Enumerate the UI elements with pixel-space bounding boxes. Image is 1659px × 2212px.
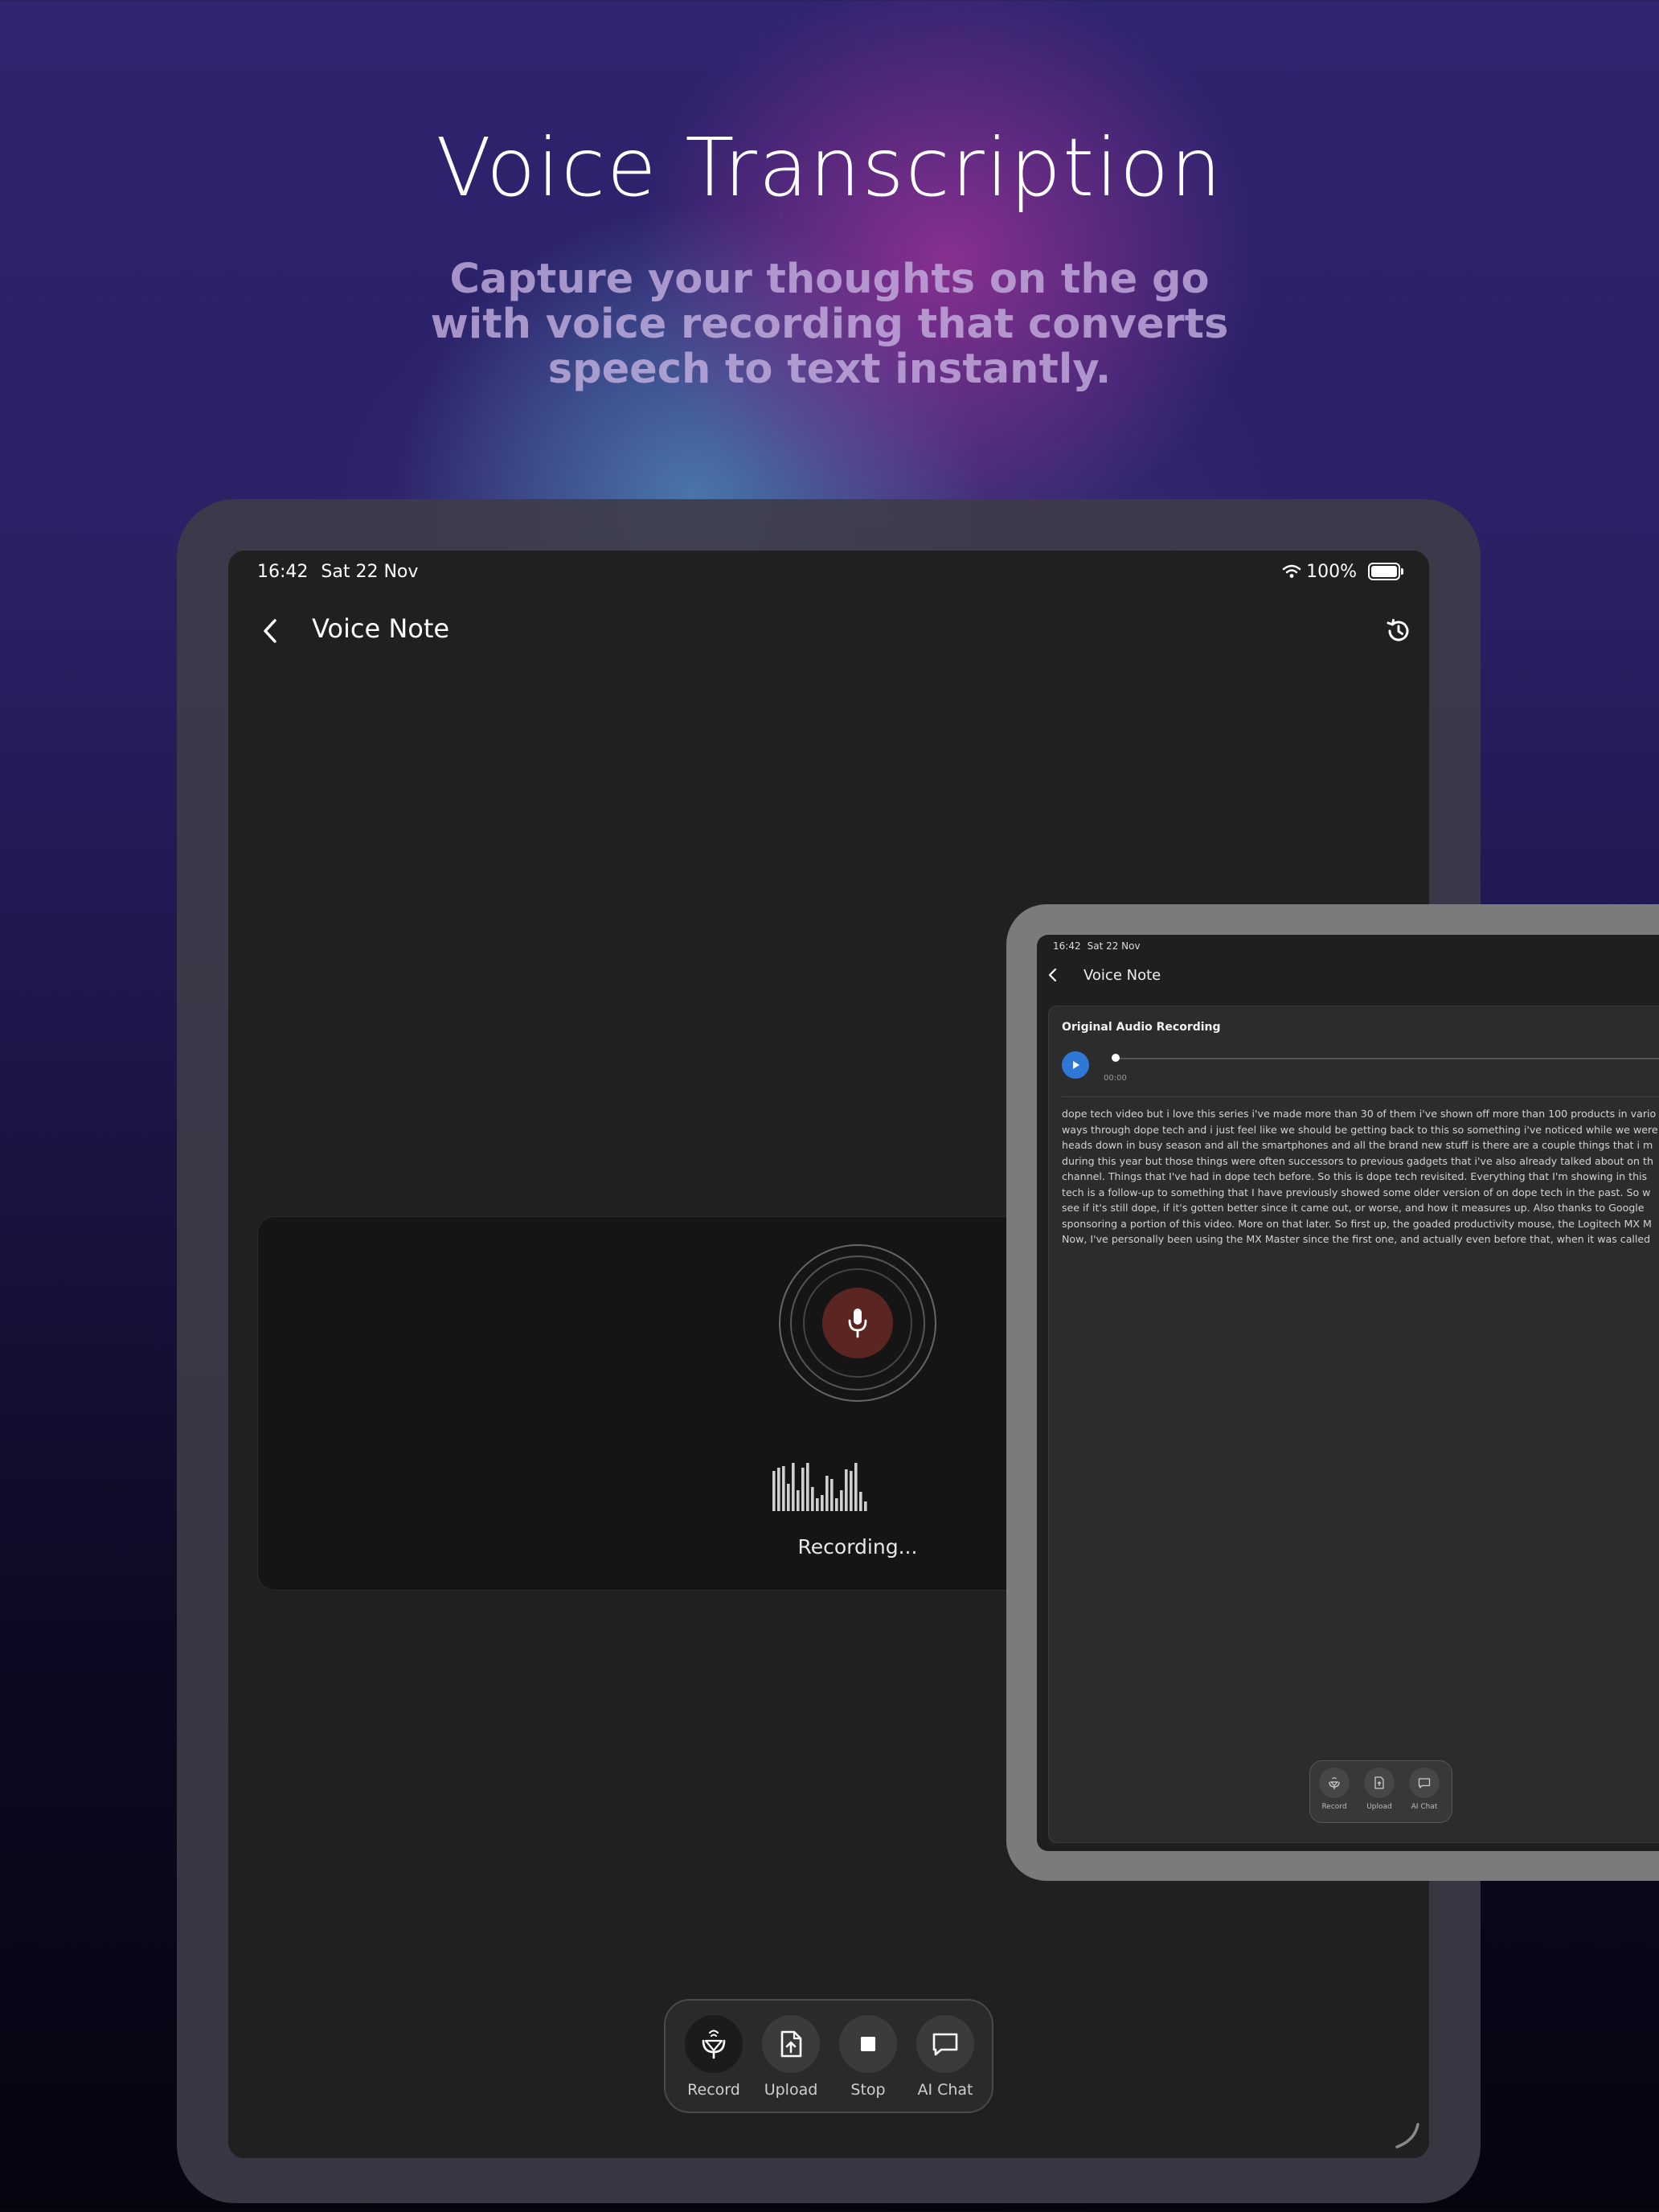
record-button-circle <box>685 2015 743 2073</box>
record-button[interactable]: Record <box>682 2015 746 2099</box>
upload-button[interactable]: Upload <box>759 2015 823 2099</box>
upload-label: Upload <box>764 2081 818 2099</box>
inset-upload-circle <box>1364 1768 1395 1798</box>
inset-upload-button[interactable]: Upload <box>1362 1768 1397 1811</box>
stop-button-circle <box>839 2015 897 2073</box>
inset-nav-bar: Voice Note <box>1037 959 1659 991</box>
hero-subtitle-line: with voice recording that converts <box>430 301 1229 348</box>
transcript-panel: Original Audio Recording 00:00 dope tech… <box>1048 1006 1659 1843</box>
wifi-icon <box>1282 564 1301 578</box>
play-icon <box>1073 1061 1079 1069</box>
chevron-left-icon <box>264 619 276 643</box>
transcript-line: tech is a follow-up to something that I … <box>1062 1186 1651 1198</box>
chat-icon <box>1418 1777 1431 1788</box>
transcript-line: Now, I've personally been using the MX M… <box>1062 1233 1651 1245</box>
audio-waveform-icon <box>772 1463 867 1511</box>
ai-chat-button-circle <box>916 2015 974 2073</box>
inset-record-circle <box>1319 1768 1350 1798</box>
resize-handle-icon[interactable] <box>1391 2120 1423 2152</box>
chat-icon <box>932 2033 958 2056</box>
stop-button[interactable]: Stop <box>836 2015 900 2099</box>
ai-chat-label: AI Chat <box>917 2081 973 2099</box>
transcript-line: ways through dope tech and i just feel l… <box>1062 1123 1658 1136</box>
status-bar: 16:42 Sat 22 Nov 100% <box>257 551 1403 592</box>
microphone-icon <box>848 1309 867 1338</box>
upload-file-icon <box>1374 1776 1384 1789</box>
history-icon <box>1387 619 1409 641</box>
inset-tablet-frame: 16:42 Sat 22 Nov Voice Note Original Aud… <box>1006 904 1659 1881</box>
inset-toolbar: Record Upload AI Chat <box>1309 1760 1452 1823</box>
inset-status-time: 16:42 <box>1053 940 1081 952</box>
audio-progress-track[interactable] <box>1113 1058 1659 1059</box>
mic-button[interactable] <box>822 1288 893 1358</box>
transcript-text: dope tech video but i love this series i… <box>1062 1106 1659 1247</box>
nav-bar: Voice Note <box>228 599 1429 663</box>
inset-ai-chat-button[interactable]: AI Chat <box>1407 1768 1442 1811</box>
status-time: 16:42 <box>257 561 309 582</box>
inset-page-title: Voice Note <box>1083 967 1161 984</box>
status-date: Sat 22 Nov <box>321 561 419 582</box>
bottom-toolbar: Record Upload Stop AI Chat <box>664 1999 993 2113</box>
transcript-line: channel. Things that I've had in dope te… <box>1062 1170 1648 1182</box>
transcript-line: see if it's still dope, if it's gotten b… <box>1062 1202 1645 1214</box>
inset-ai-chat-circle <box>1409 1768 1440 1798</box>
audio-time: 00:00 <box>1104 1074 1127 1083</box>
inset-back-icon[interactable] <box>1045 967 1061 983</box>
audio-section-title: Original Audio Recording <box>1062 1021 1221 1034</box>
inset-upload-label: Upload <box>1366 1803 1392 1811</box>
hero-title: Voice Transcription <box>436 121 1223 215</box>
transcript-line: heads down in busy season and all the sm… <box>1062 1139 1653 1151</box>
inset-status-bar: 16:42 Sat 22 Nov <box>1053 938 1141 954</box>
page-title: Voice Note <box>312 613 450 644</box>
history-button[interactable] <box>1378 610 1419 652</box>
transcript-line: dope tech video but i love this series i… <box>1062 1108 1657 1120</box>
transcript-line: during this year but those things were o… <box>1062 1154 1653 1167</box>
inset-ai-chat-label: AI Chat <box>1411 1803 1438 1811</box>
battery-percent: 100% <box>1306 561 1357 582</box>
inset-screen: 16:42 Sat 22 Nov Voice Note Original Aud… <box>1037 935 1659 1851</box>
stop-icon <box>861 2037 875 2051</box>
ai-chat-button[interactable]: AI Chat <box>913 2015 977 2099</box>
upload-button-circle <box>762 2015 820 2073</box>
hero-subtitle-line: Capture your thoughts on the go <box>449 256 1210 303</box>
upload-file-icon <box>780 2030 802 2058</box>
stop-label: Stop <box>850 2081 886 2099</box>
recording-status: Recording... <box>797 1535 918 1559</box>
mic-pulse-rings <box>779 1244 936 1402</box>
audio-progress-thumb[interactable] <box>1112 1054 1120 1062</box>
hero-subtitle: Capture your thoughts on the go with voi… <box>387 257 1272 392</box>
battery-icon <box>1368 563 1403 580</box>
status-indicators: 100% <box>1282 561 1403 582</box>
inset-status-date: Sat 22 Nov <box>1087 940 1141 952</box>
transcript-line: sponsoring a portion of this video. More… <box>1062 1217 1652 1230</box>
inset-record-button[interactable]: Record <box>1317 1768 1352 1811</box>
inset-record-label: Record <box>1321 1803 1347 1811</box>
record-icon <box>702 2030 726 2059</box>
back-button[interactable] <box>251 612 289 650</box>
record-icon <box>1329 1777 1340 1789</box>
play-button[interactable] <box>1062 1051 1089 1079</box>
divider <box>1062 1096 1659 1097</box>
record-label: Record <box>687 2081 740 2099</box>
hero-subtitle-line: speech to text instantly. <box>547 346 1112 393</box>
